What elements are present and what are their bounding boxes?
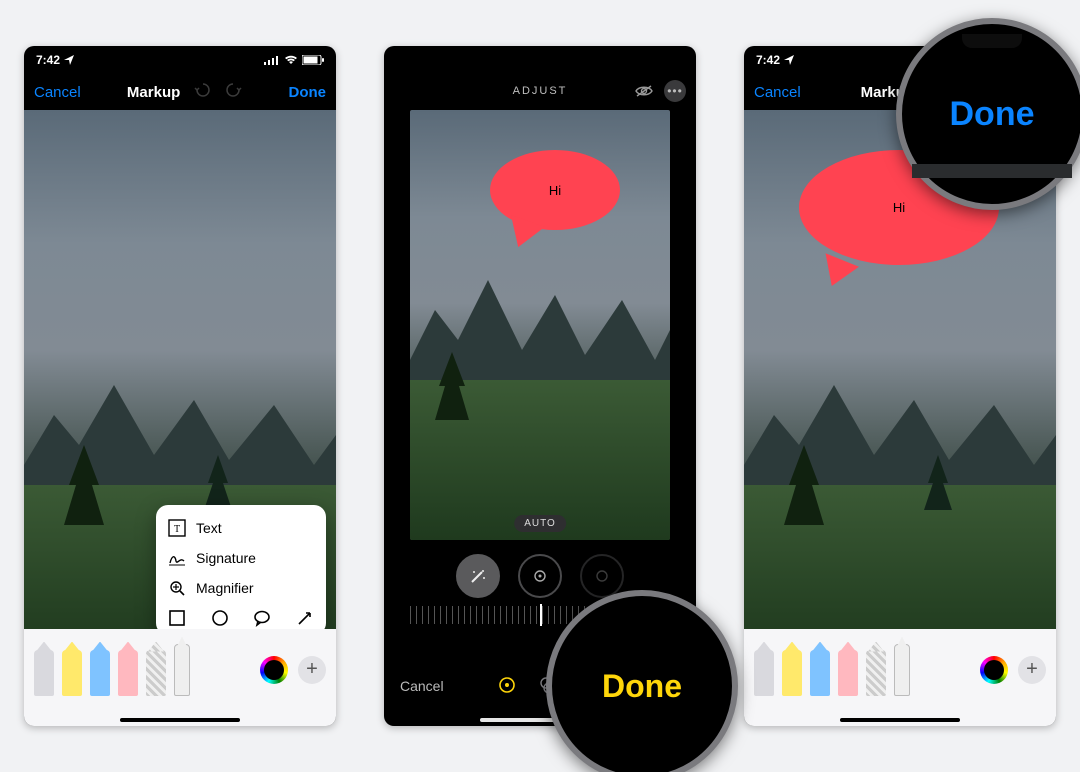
tree-graphic — [784, 445, 824, 525]
shape-square[interactable] — [168, 609, 186, 627]
strip-graphic — [912, 164, 1072, 178]
add-magnifier-item[interactable]: Magnifier — [166, 573, 316, 603]
signal-icon — [264, 55, 280, 65]
svg-text:T: T — [174, 524, 180, 535]
color-picker[interactable] — [260, 656, 288, 684]
visibility-toggle[interactable] — [634, 84, 654, 98]
status-right — [264, 55, 324, 65]
more-button[interactable]: ••• — [664, 80, 686, 102]
add-magnifier-label: Magnifier — [196, 580, 254, 596]
adjust-tab[interactable] — [496, 674, 518, 699]
home-indicator[interactable] — [120, 718, 240, 722]
ruler-tool[interactable] — [174, 644, 190, 696]
pencil-tool[interactable] — [90, 650, 110, 696]
color-picker[interactable] — [980, 656, 1008, 684]
page-title: Markup — [127, 84, 180, 101]
markup-navbar: Cancel Markup Done — [24, 74, 336, 110]
highlighter-tool[interactable] — [782, 650, 802, 696]
speech-bubble[interactable]: Hi — [490, 150, 620, 230]
cancel-button[interactable]: Cancel — [34, 84, 81, 101]
auto-pill[interactable]: AUTO — [514, 515, 566, 532]
magnifier-icon — [168, 579, 186, 597]
notch-graphic — [962, 34, 1022, 48]
undo-button[interactable] — [194, 81, 212, 104]
markup-toolbar: + — [744, 629, 1056, 726]
bubble-tail — [815, 253, 859, 292]
location-icon — [784, 55, 794, 65]
markup-toolbar: + — [24, 629, 336, 726]
shape-arrow[interactable] — [296, 609, 314, 627]
status-bar — [384, 46, 696, 76]
location-icon — [64, 55, 74, 65]
tree-graphic — [435, 352, 469, 420]
tree-graphic — [204, 455, 232, 510]
status-time: 7:42 — [756, 53, 780, 67]
eraser-tool[interactable] — [118, 650, 138, 696]
adjust-auto-dial[interactable] — [456, 554, 500, 598]
markup-screen-add-menu: 7:42 Cancel Markup Done — [24, 46, 336, 726]
highlighter-tool[interactable] — [62, 650, 82, 696]
wifi-icon — [284, 55, 298, 65]
pen-tool[interactable] — [34, 650, 54, 696]
pen-tool[interactable] — [754, 650, 774, 696]
signature-icon — [168, 549, 186, 567]
callout-done-blue-label: Done — [950, 95, 1035, 134]
lasso-tool[interactable] — [146, 650, 166, 696]
adjust-tab-icon — [496, 674, 518, 696]
adjust-next-dial[interactable] — [580, 554, 624, 598]
battery-icon — [302, 55, 324, 65]
adjust-title: ADJUST — [513, 85, 568, 97]
add-shape-popover: T Text Signature Magnifier — [156, 505, 326, 635]
drawing-tools — [754, 644, 910, 696]
drawing-tools — [34, 644, 190, 696]
photo-canvas[interactable]: T Text Signature Magnifier — [24, 110, 336, 645]
callout-done-yellow-label: Done — [602, 668, 682, 705]
cancel-button[interactable]: Cancel — [754, 84, 801, 101]
pencil-tool[interactable] — [810, 650, 830, 696]
exposure-icon — [531, 567, 549, 585]
tree-graphic — [64, 445, 104, 525]
shape-circle[interactable] — [211, 609, 229, 627]
add-shape-button[interactable]: + — [1018, 656, 1046, 684]
callout-done-blue: Done — [896, 18, 1080, 210]
add-signature-item[interactable]: Signature — [166, 543, 316, 573]
add-text-label: Text — [196, 520, 222, 536]
lasso-tool[interactable] — [866, 650, 886, 696]
callout-done-yellow: Done — [546, 590, 738, 772]
shape-row — [166, 603, 316, 629]
tree-graphic — [924, 455, 952, 510]
brilliance-icon — [593, 567, 611, 585]
shape-speech-bubble[interactable] — [253, 609, 271, 627]
add-text-item[interactable]: T Text — [166, 513, 316, 543]
bubble-text: Hi — [549, 183, 561, 198]
adjust-cancel-button[interactable]: Cancel — [400, 678, 444, 694]
status-time: 7:42 — [36, 53, 60, 67]
ruler-tool[interactable] — [894, 644, 910, 696]
adjust-header: ADJUST ••• — [384, 76, 696, 106]
adjust-exposure-dial[interactable] — [518, 554, 562, 598]
home-indicator[interactable] — [840, 718, 960, 722]
redo-button[interactable] — [224, 81, 242, 104]
text-icon: T — [168, 519, 186, 537]
wand-icon — [468, 566, 488, 586]
photo-preview[interactable]: Hi AUTO — [410, 110, 670, 540]
done-button[interactable]: Done — [288, 84, 326, 101]
status-bar: 7:42 — [24, 46, 336, 74]
eraser-tool[interactable] — [838, 650, 858, 696]
add-shape-button[interactable]: + — [298, 656, 326, 684]
add-signature-label: Signature — [196, 550, 256, 566]
bubble-text: Hi — [893, 200, 905, 215]
